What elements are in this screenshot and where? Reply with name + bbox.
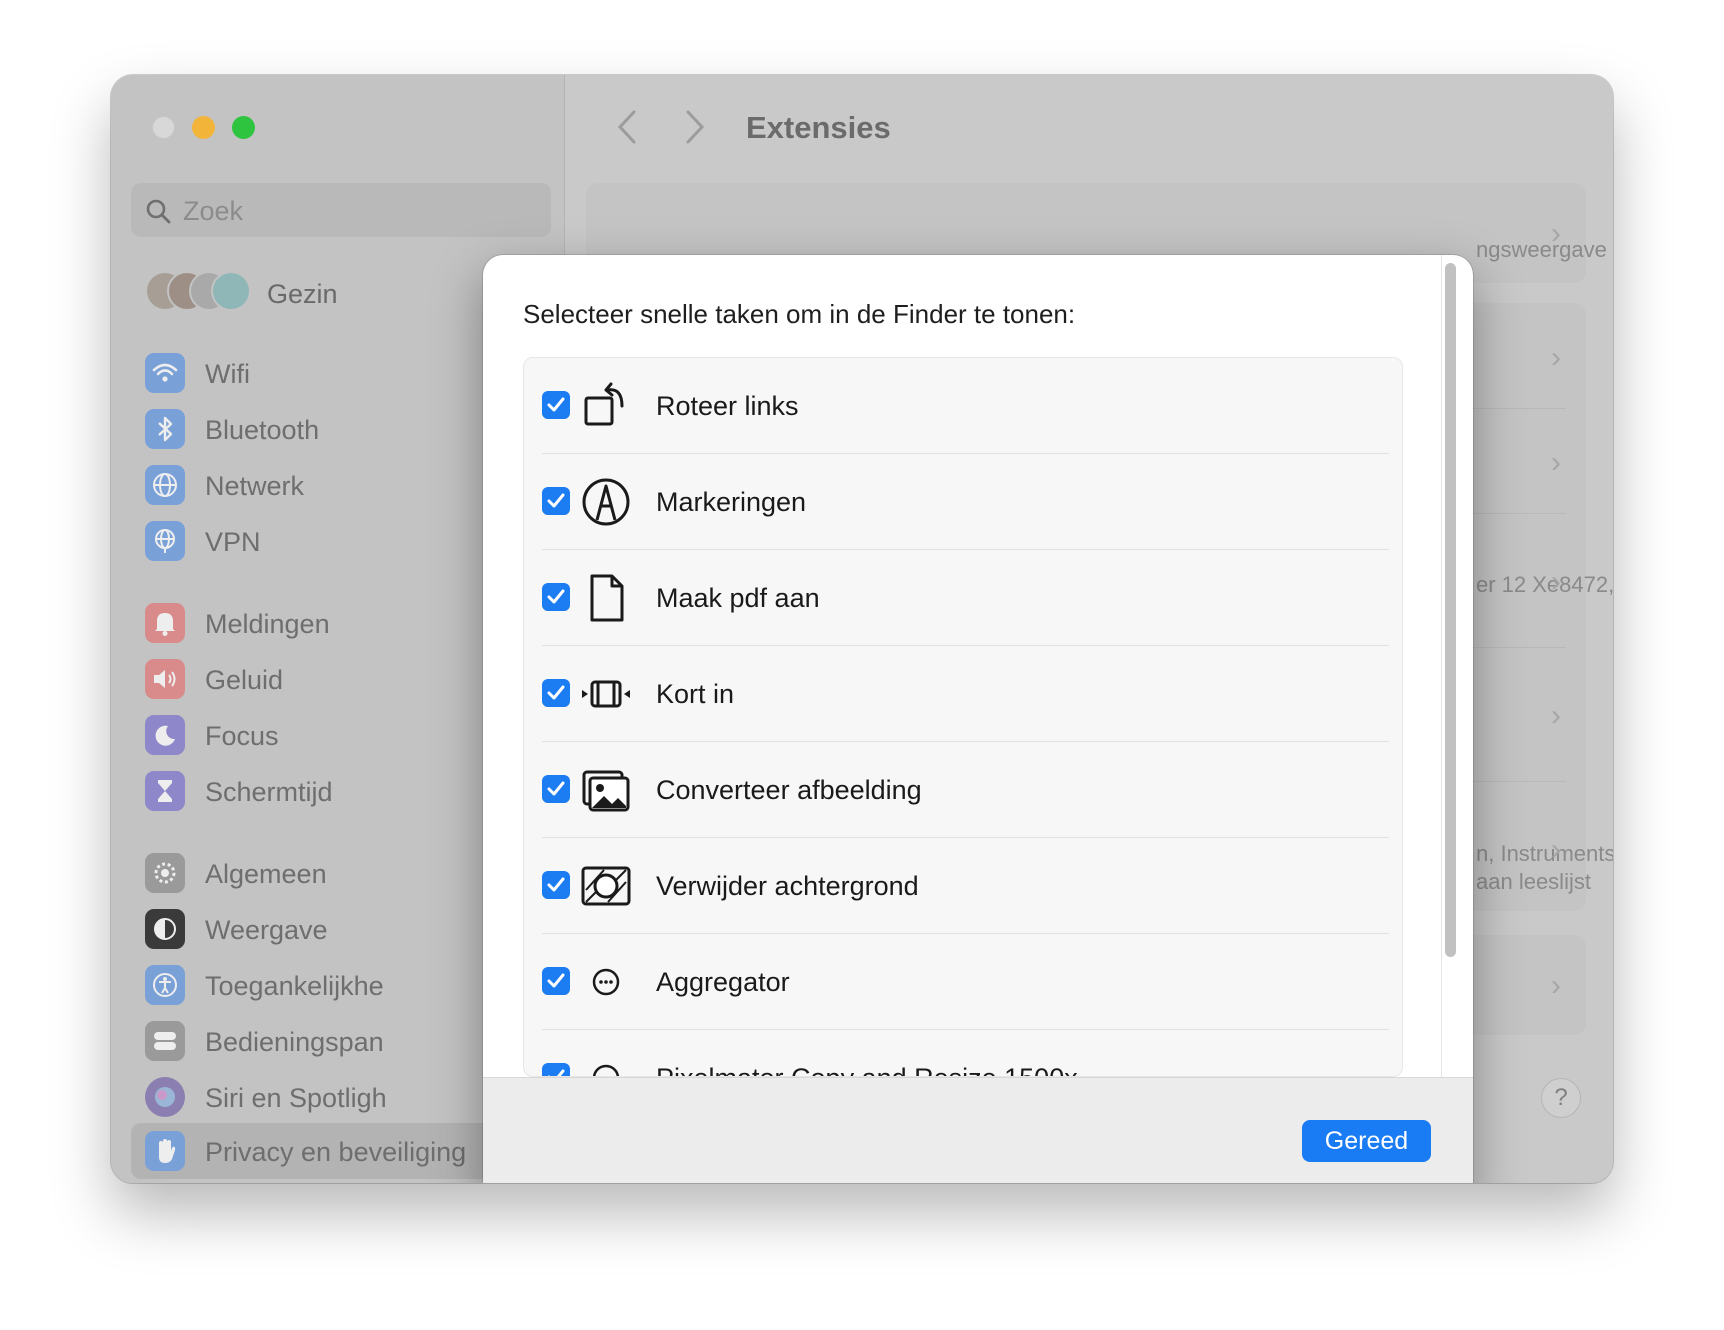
item-label: Markeringen (656, 487, 807, 517)
system-settings-window: Zoek Gezin Wifi Bluetooth Netwerk VPN Me… (111, 75, 1613, 1183)
item-label: Pixelmator Copy and Resize 1500x (656, 1063, 1078, 1076)
avatar (211, 271, 251, 311)
sidebar-item-label: Algemeen (205, 859, 327, 889)
extension-description: er 12 Xe8472, (1476, 572, 1613, 597)
chevron-right-icon[interactable]: › (1551, 699, 1561, 733)
sidebar-item-label: Netwerk (205, 471, 305, 501)
list-item[interactable]: Roteer links (542, 358, 1389, 454)
checkbox[interactable] (542, 1063, 570, 1076)
search-field[interactable]: Zoek (131, 183, 551, 237)
extension-description: n, Instruments, (1476, 841, 1613, 866)
item-label: Aggregator (656, 967, 790, 997)
minimize-window-button[interactable] (192, 116, 215, 139)
item-label: Roteer links (656, 391, 799, 421)
sidebar-item-label: Siri en Spotligh (205, 1083, 387, 1113)
item-label: Verwijder achtergrond (656, 871, 919, 901)
back-button[interactable] (616, 109, 638, 155)
sidebar-item-label: Bedieningspan (205, 1027, 384, 1057)
bell-icon (145, 603, 185, 643)
hourglass-icon (145, 771, 185, 811)
chevron-right-icon[interactable]: › (1551, 969, 1561, 1003)
item-label: Converteer afbeelding (656, 775, 922, 805)
list-item[interactable]: Pixelmator Copy and Resize 1500x (542, 1030, 1389, 1076)
sidebar-item-privacy[interactable]: Privacy en beveiliging (131, 1123, 513, 1179)
wifi-icon (145, 353, 185, 393)
sidebar-item-label: Meldingen (205, 609, 330, 639)
sidebar-item-label: Schermtijd (205, 777, 333, 807)
checkbox[interactable] (542, 583, 570, 611)
sidebar-item-label: Geluid (205, 665, 284, 695)
scrollbar-thumb[interactable] (1445, 263, 1456, 957)
chevron-right-icon[interactable]: › (1551, 446, 1561, 480)
photos-icon (582, 770, 630, 812)
search-placeholder: Zoek (183, 196, 244, 226)
chevron-left-icon (617, 110, 636, 144)
item-label: Maak pdf aan (656, 583, 820, 613)
sheet-title: Selecteer snelle taken om in de Finder t… (523, 299, 1076, 329)
sidebar-item-label: Privacy en beveiliging (205, 1137, 467, 1167)
chevron-right-icon: › (1551, 217, 1561, 250)
remove-background-icon (581, 866, 631, 906)
list-item[interactable]: Markeringen (542, 454, 1389, 550)
quick-actions-sheet: Selecteer snelle taken om in de Finder t… (483, 255, 1473, 1183)
checkbox[interactable] (542, 391, 570, 419)
help-button[interactable]: ? (1541, 1078, 1581, 1118)
rotate-left-icon (584, 382, 624, 426)
sidebar-item-label: Weergave (205, 915, 328, 945)
chevron-right-icon[interactable]: › (1551, 833, 1561, 867)
siri-icon (145, 1077, 185, 1117)
chevron-right-icon (686, 110, 705, 144)
checkbox[interactable] (542, 967, 570, 995)
appearance-icon (145, 909, 185, 949)
checkbox[interactable] (542, 487, 570, 515)
markup-icon (582, 478, 630, 526)
checkbox[interactable] (542, 775, 570, 803)
trim-icon (582, 680, 630, 708)
checkbox[interactable] (542, 679, 570, 707)
list-item[interactable]: Verwijder achtergrond (542, 838, 1389, 934)
sidebar-item-label: Toegankelijkhe (205, 971, 384, 1001)
speaker-icon (145, 659, 185, 699)
zoom-window-button[interactable] (232, 116, 255, 139)
circle-icon (592, 1064, 620, 1076)
chevron-right-icon[interactable]: › (1551, 565, 1561, 599)
chevron-right-icon[interactable]: › (1551, 341, 1561, 375)
globe-icon (145, 521, 185, 561)
list-item[interactable]: Aggregator (542, 934, 1389, 1030)
item-label: Kort in (656, 679, 735, 709)
list-item[interactable]: Maak pdf aan (542, 550, 1389, 646)
sidebar-item-label: Wifi (205, 359, 250, 389)
control-center-icon (145, 1021, 185, 1061)
extension-description: aan leeslijst (1476, 869, 1591, 894)
sidebar-item-label: Focus (205, 721, 279, 751)
family-label: Gezin (267, 279, 338, 309)
close-window-button[interactable] (152, 116, 175, 139)
list-item[interactable]: Kort in (542, 646, 1389, 742)
sidebar-item-label: VPN (205, 527, 261, 557)
globe-icon (145, 465, 185, 505)
sidebar-item-label: Bluetooth (205, 415, 320, 445)
document-icon (590, 574, 624, 622)
bluetooth-icon (145, 409, 185, 449)
hand-icon (145, 1131, 185, 1171)
scrollbar[interactable] (1441, 263, 1459, 957)
checkbox[interactable] (542, 871, 570, 899)
page-title: Extensies (746, 110, 891, 145)
gear-icon (145, 853, 185, 893)
search-icon (146, 199, 171, 224)
ellipsis-circle-icon (592, 968, 620, 996)
moon-icon (145, 715, 185, 755)
sheet-footer: Gereed (483, 1077, 1473, 1183)
quick-actions-list: Roteer links Markeringen Maak pdf aan Ko… (523, 357, 1403, 1077)
extension-description: ngsweergave (1476, 237, 1607, 262)
forward-button[interactable] (684, 109, 706, 155)
accessibility-icon (145, 965, 185, 1005)
list-item[interactable]: Converteer afbeelding (542, 742, 1389, 838)
done-button[interactable]: Gereed (1302, 1120, 1431, 1162)
